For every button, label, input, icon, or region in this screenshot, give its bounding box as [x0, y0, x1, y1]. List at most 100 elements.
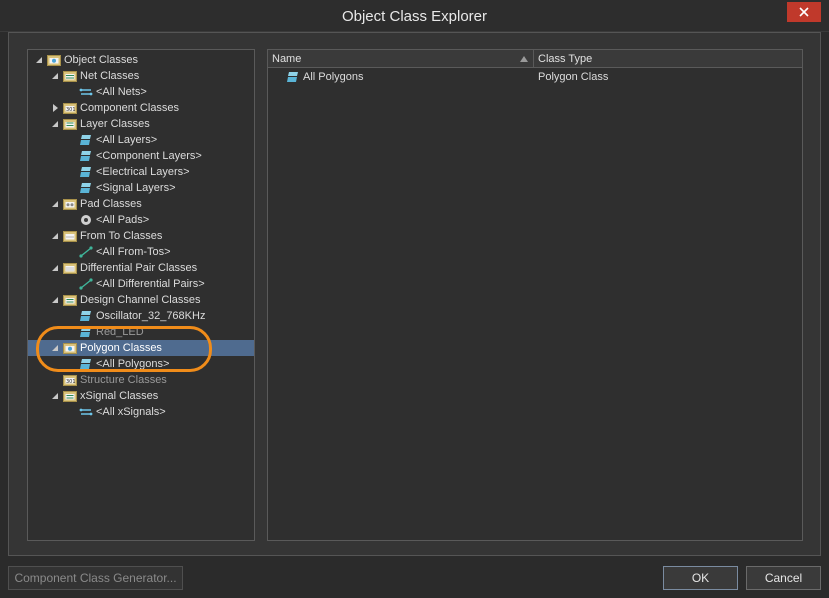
expanded-arrow-icon[interactable]: [50, 391, 60, 401]
tree-net-classes[interactable]: Net Classes: [28, 68, 254, 84]
pad-icon: [79, 214, 93, 226]
tree-item-label: Layer Classes: [80, 118, 150, 130]
xsignal-classes-icon: [63, 390, 77, 402]
close-icon: [799, 7, 809, 17]
title-bar: Object Class Explorer: [0, 0, 829, 32]
tree-component-classes[interactable]: 301 Component Classes: [28, 100, 254, 116]
list-item-class-type: Polygon Class: [538, 71, 609, 83]
tree-item-label: Object Classes: [64, 54, 138, 66]
tree-item-label: Pad Classes: [80, 198, 142, 210]
tree-item-label: Component Classes: [80, 102, 180, 114]
tree-differential-pair-classes[interactable]: Differential Pair Classes: [28, 260, 254, 276]
tree-signal-layers[interactable]: <Signal Layers>: [28, 180, 254, 196]
polygon-icon: [286, 71, 300, 83]
column-header-class-type[interactable]: Class Type: [538, 53, 592, 65]
tree-all-nets[interactable]: <All Nets>: [28, 84, 254, 100]
tree-structure-classes[interactable]: 301 Structure Classes: [28, 372, 254, 388]
tree-all-xsignals[interactable]: <All xSignals>: [28, 404, 254, 420]
list-item[interactable]: All Polygons Polygon Class: [268, 69, 802, 85]
tree-all-from-tos[interactable]: <All From-Tos>: [28, 244, 254, 260]
tree-item-label: <Signal Layers>: [96, 182, 176, 194]
tree-item-label: <All Differential Pairs>: [96, 278, 205, 290]
from-to-icon: [79, 278, 93, 290]
from-to-classes-icon: [63, 230, 77, 242]
tree-item-label: Structure Classes: [80, 374, 167, 386]
dialog-content: Object Classes Net Classes <All Nets> 301 Co…: [8, 32, 821, 556]
tree-item-label: xSignal Classes: [80, 390, 159, 402]
expanded-arrow-icon[interactable]: [50, 263, 60, 273]
tree-oscillator[interactable]: Oscillator_32_768KHz: [28, 308, 254, 324]
tree-item-label: Net Classes: [80, 70, 140, 82]
cancel-button[interactable]: Cancel: [746, 566, 821, 590]
tree-item-label: <All Nets>: [96, 86, 147, 98]
tree-item-label: Red_LED: [96, 326, 144, 338]
polygon-classes-icon: [63, 342, 77, 354]
expanded-arrow-icon[interactable]: [34, 55, 44, 65]
layer-icon: [79, 150, 93, 162]
column-header-name[interactable]: Name: [272, 53, 301, 65]
tree-all-pads[interactable]: <All Pads>: [28, 212, 254, 228]
expanded-arrow-icon[interactable]: [50, 119, 60, 129]
tree-item-label: <Component Layers>: [96, 150, 202, 162]
close-button[interactable]: [787, 2, 821, 22]
object-classes-icon: [47, 54, 61, 66]
svg-text:301: 301: [66, 379, 76, 385]
component-class-generator-button[interactable]: Component Class Generator...: [8, 566, 183, 590]
layer-icon: [79, 182, 93, 194]
net-classes-icon: [63, 70, 77, 82]
tree-layer-classes[interactable]: Layer Classes: [28, 116, 254, 132]
tree-xsignal-classes[interactable]: xSignal Classes: [28, 388, 254, 404]
list-header: Name Class Type: [268, 50, 802, 68]
net-icon: [79, 406, 93, 418]
tree-item-label: Polygon Classes: [80, 342, 162, 354]
tree-from-to-classes[interactable]: From To Classes: [28, 228, 254, 244]
svg-text:301: 301: [66, 107, 76, 113]
tree-item-label: Differential Pair Classes: [80, 262, 198, 274]
from-to-icon: [79, 246, 93, 258]
tree-item-label: <Electrical Layers>: [96, 166, 190, 178]
tree-item-label: Design Channel Classes: [80, 294, 201, 306]
component-classes-icon: 301: [63, 102, 77, 114]
class-tree[interactable]: Object Classes Net Classes <All Nets> 301 Co…: [27, 49, 255, 541]
tree-item-label: <All From-Tos>: [96, 246, 171, 258]
layer-icon: [79, 134, 93, 146]
expanded-arrow-icon[interactable]: [50, 71, 60, 81]
tree-polygon-classes[interactable]: Polygon Classes: [28, 340, 254, 356]
diff-pair-classes-icon: [63, 262, 77, 274]
tree-all-differential-pairs[interactable]: <All Differential Pairs>: [28, 276, 254, 292]
tree-item-label: <All xSignals>: [96, 406, 166, 418]
layer-icon: [79, 166, 93, 178]
sort-ascending-icon: [520, 56, 528, 62]
tree-item-label: <All Pads>: [96, 214, 150, 226]
tree-all-layers[interactable]: <All Layers>: [28, 132, 254, 148]
tree-item-label: <All Layers>: [96, 134, 158, 146]
collapsed-arrow-icon[interactable]: [50, 103, 60, 113]
expanded-arrow-icon[interactable]: [50, 231, 60, 241]
tree-red-led[interactable]: Red_LED: [28, 324, 254, 340]
polygon-icon: [79, 358, 93, 370]
tree-all-polygons[interactable]: <All Polygons>: [28, 356, 254, 372]
tree-item-label: From To Classes: [80, 230, 163, 242]
tree-electrical-layers[interactable]: <Electrical Layers>: [28, 164, 254, 180]
expanded-arrow-icon[interactable]: [50, 343, 60, 353]
tree-design-channel-classes[interactable]: Design Channel Classes: [28, 292, 254, 308]
tree-component-layers[interactable]: <Component Layers>: [28, 148, 254, 164]
layer-icon: [79, 310, 93, 322]
window-title: Object Class Explorer: [341, 8, 488, 25]
list-item-name: All Polygons: [303, 71, 364, 83]
design-channel-classes-icon: [63, 294, 77, 306]
layer-icon: [79, 326, 93, 338]
expanded-arrow-icon[interactable]: [50, 295, 60, 305]
structure-classes-icon: 301: [63, 374, 77, 386]
net-icon: [79, 86, 93, 98]
tree-item-label: <All Polygons>: [96, 358, 170, 370]
class-list[interactable]: Name Class Type All Polygons Polygon Cla…: [267, 49, 803, 541]
expanded-arrow-icon[interactable]: [50, 199, 60, 209]
pad-classes-icon: [63, 198, 77, 210]
tree-item-label: Oscillator_32_768KHz: [96, 310, 206, 322]
layer-classes-icon: [63, 118, 77, 130]
tree-pad-classes[interactable]: Pad Classes: [28, 196, 254, 212]
ok-button[interactable]: OK: [663, 566, 738, 590]
tree-object-classes[interactable]: Object Classes: [28, 52, 254, 68]
column-separator[interactable]: [533, 50, 534, 68]
